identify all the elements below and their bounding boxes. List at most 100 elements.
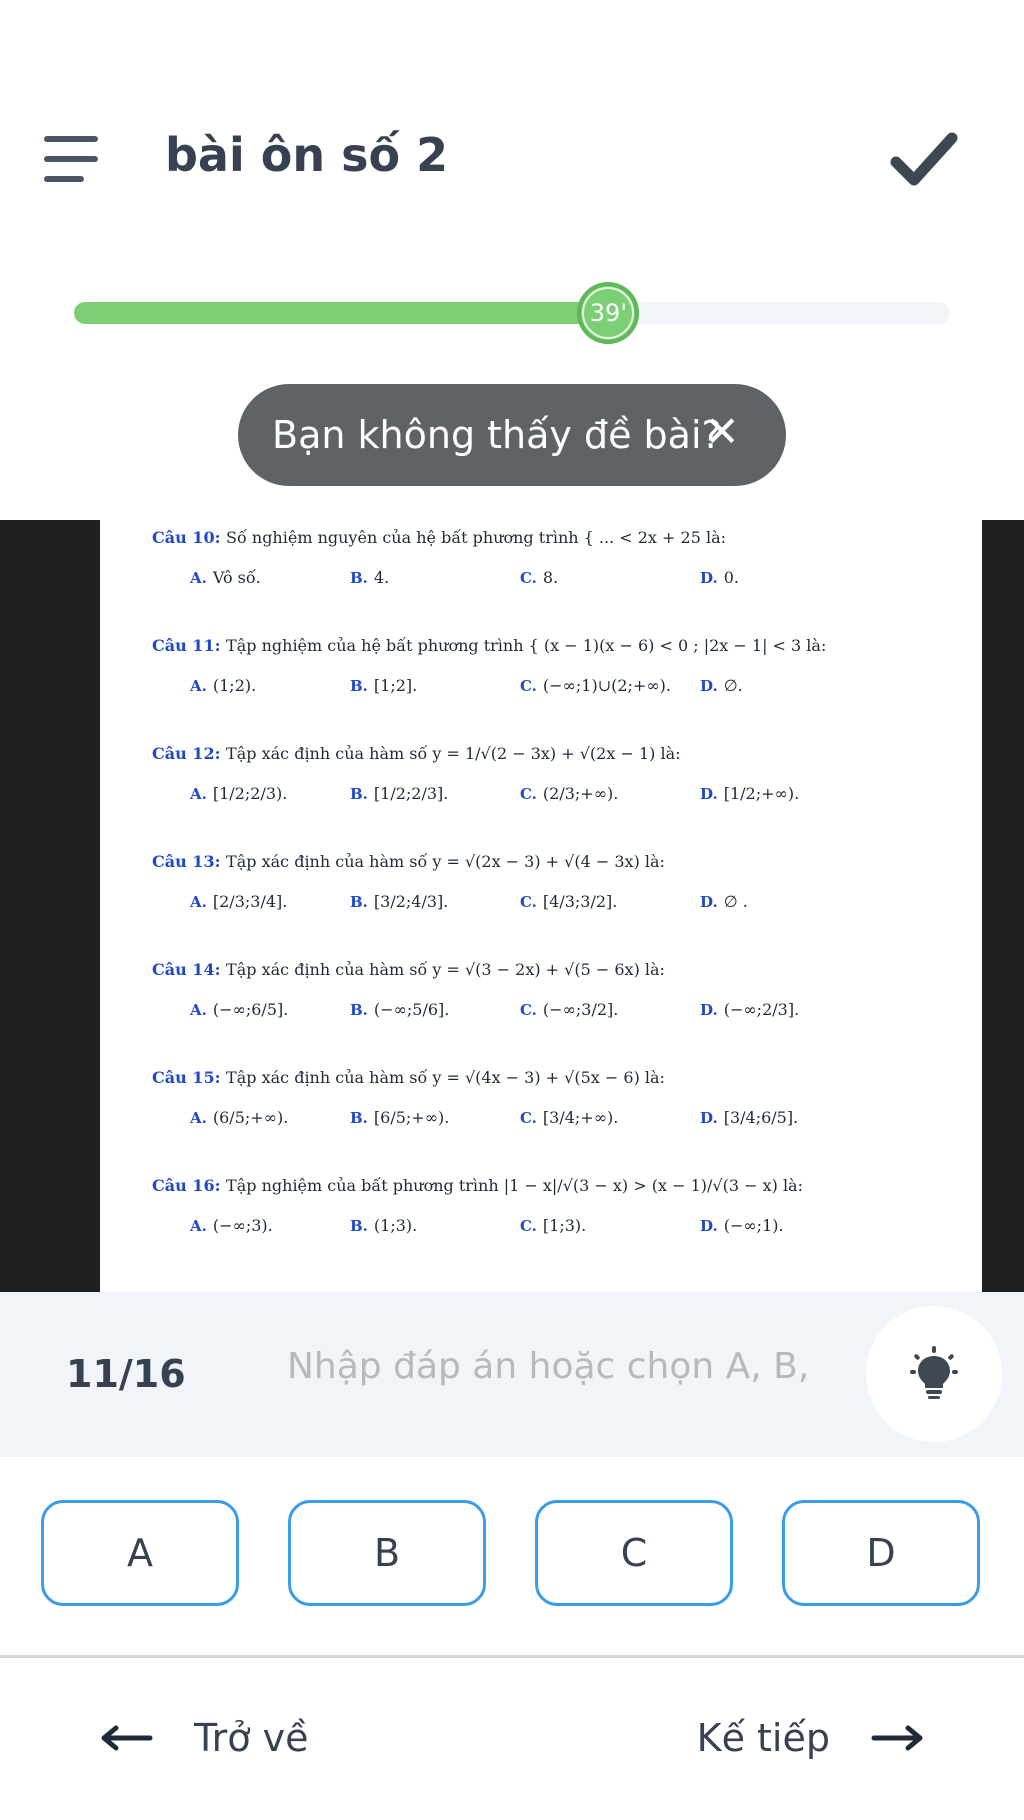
question-option: B. (1;3). [350,1216,417,1235]
option-text: ∅. [723,676,743,695]
option-letter: A. [190,785,207,803]
option-letter: D. [700,569,718,587]
question-text: Tập nghiệm của hệ bất phương trình { (x … [226,636,827,655]
choice-d-button[interactable]: D [782,1500,980,1606]
question-option: C. (−∞;1)∪(2;+∞). [520,676,671,695]
question-option: D. 0. [700,568,739,587]
choice-row: A B C D [0,1500,1024,1610]
question-option: A. [2/3;3/4]. [190,892,287,911]
question-text: Số nghiệm nguyên của hệ bất phương trình… [226,528,727,547]
question-number: Câu 16: [152,1176,227,1195]
question-number: Câu 15: [152,1068,227,1087]
question-text: Tập xác định của hàm số y = √(4x − 3) + … [226,1068,665,1087]
answer-input[interactable] [285,1330,849,1402]
timer-progress-fill [74,302,609,324]
hamburger-menu-icon[interactable] [44,136,98,182]
option-text: [3/2;4/3]. [373,892,449,911]
question-option: B. (−∞;5/6]. [350,1000,449,1019]
choice-c-button[interactable]: C [535,1500,733,1606]
document-page: Câu 10: Số nghiệm nguyên của hệ bất phươ… [100,520,982,1292]
option-letter: B. [350,677,368,695]
option-letter: B. [350,785,368,803]
option-letter: D. [700,677,718,695]
option-text: [1/2;2/3]. [373,784,449,803]
question-option: A. Vô số. [190,568,261,587]
question-option: C. (2/3;+∞). [520,784,618,803]
page-title: bài ôn số 2 [165,128,449,182]
option-letter: C. [520,1001,537,1019]
next-label: Kế tiếp [696,1716,830,1760]
question-number: Câu 13: [152,852,227,871]
option-letter: D. [700,785,718,803]
option-letter: C. [520,569,537,587]
question-line: Câu 13: Tập xác định của hàm số y = √(2x… [152,852,665,871]
question-option: A. (−∞;3). [190,1216,273,1235]
question-option: A. [1/2;2/3). [190,784,287,803]
next-button[interactable]: Kế tiếp [697,1708,926,1768]
option-text: (−∞;6/5]. [212,1000,289,1019]
timer-badge: 39' [577,282,640,344]
question-counter: 11/16 [66,1352,186,1396]
question-line: Câu 11: Tập nghiệm của hệ bất phương trì… [152,636,826,655]
option-text: [1;3). [542,1216,587,1235]
option-letter: D. [700,893,718,911]
option-letter: C. [520,1217,537,1235]
question-option: C. (−∞;3/2]. [520,1000,618,1019]
timer-label: 39' [582,287,635,339]
option-text: (1;2). [212,676,257,695]
question-line: Câu 15: Tập xác định của hàm số y = √(4x… [152,1068,665,1087]
option-letter: A. [190,1217,207,1235]
question-number: Câu 10: [152,528,227,547]
question-option: D. [3/4;6/5]. [700,1108,798,1127]
option-text: Vô số. [212,568,261,587]
option-text: 8. [542,568,559,587]
option-letter: C. [520,893,537,911]
document-viewer[interactable]: Câu 10: Số nghiệm nguyên của hệ bất phươ… [0,520,1024,1292]
option-letter: D. [700,1109,718,1127]
question-line: Câu 14: Tập xác định của hàm số y = √(3 … [152,960,665,979]
hint-button[interactable] [866,1306,1002,1442]
divider [0,1655,1024,1658]
option-text: (2/3;+∞). [542,784,619,803]
option-text: (−∞;2/3]. [723,1000,800,1019]
question-option: C. 8. [520,568,558,587]
close-icon[interactable]: ✕ [700,410,744,454]
missing-question-toast[interactable]: Bạn không thấy đề bài? ✕ [238,384,786,486]
option-text: [1/2;+∞). [723,784,800,803]
option-text: (6/5;+∞). [212,1108,289,1127]
question-option: D. [1/2;+∞). [700,784,799,803]
option-letter: B. [350,569,368,587]
option-letter: B. [350,1217,368,1235]
option-text: (−∞;3/2]. [542,1000,619,1019]
question-option: B. [1;2]. [350,676,417,695]
question-line: Câu 12: Tập xác định của hàm số y = 1/√(… [152,744,681,763]
option-text: (−∞;3). [212,1216,273,1235]
question-line: Câu 16: Tập nghiệm của bất phương trình … [152,1176,803,1195]
answer-bar: 11/16 [0,1292,1024,1457]
choice-b-button[interactable]: B [288,1500,486,1606]
question-option: A. (6/5;+∞). [190,1108,288,1127]
arrow-left-icon [101,1725,153,1751]
question-number: Câu 11: [152,636,227,655]
question-option: A. (1;2). [190,676,256,695]
back-button[interactable]: Trở về [98,1708,308,1768]
question-line: Câu 10: Số nghiệm nguyên của hệ bất phươ… [152,528,726,547]
question-option: D. (−∞;2/3]. [700,1000,799,1019]
question-option: C. [3/4;+∞). [520,1108,618,1127]
timer-progress-track [74,302,950,324]
question-option: B. [6/5;+∞). [350,1108,449,1127]
option-text: 4. [373,568,390,587]
option-letter: A. [190,569,207,587]
question-text: Tập xác định của hàm số y = √(3 − 2x) + … [226,960,665,979]
option-letter: C. [520,677,537,695]
option-text: [1;2]. [373,676,418,695]
back-label: Trở về [194,1716,309,1760]
question-option: D. (−∞;1). [700,1216,784,1235]
option-text: [3/4;6/5]. [723,1108,799,1127]
question-text: Tập xác định của hàm số y = √(2x − 3) + … [226,852,665,871]
question-option: D. ∅ . [700,892,748,911]
checkmark-icon[interactable] [890,130,958,190]
question-text: Tập xác định của hàm số y = 1/√(2 − 3x) … [226,744,681,763]
option-text: [6/5;+∞). [373,1108,450,1127]
choice-a-button[interactable]: A [41,1500,239,1606]
